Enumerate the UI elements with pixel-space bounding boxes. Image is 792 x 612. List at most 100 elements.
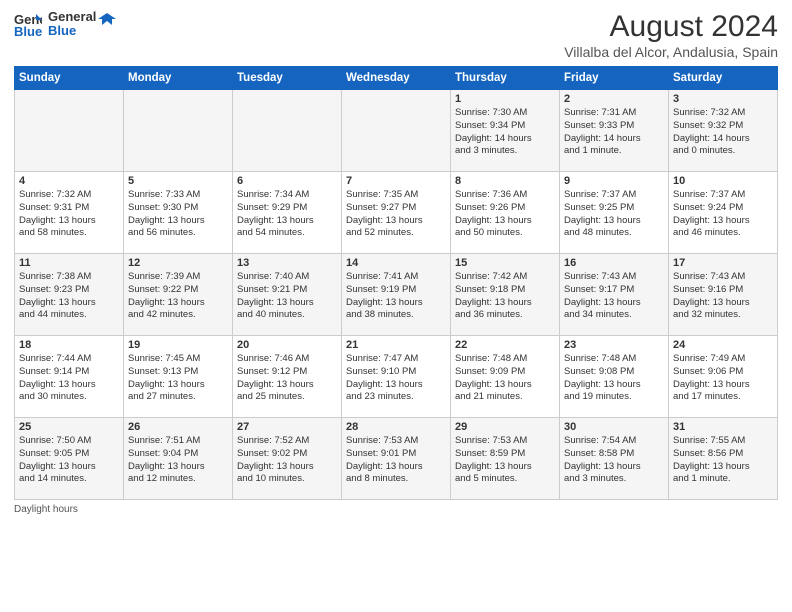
- calendar-cell: 28Sunrise: 7:53 AM Sunset: 9:01 PM Dayli…: [342, 418, 451, 500]
- calendar-cell: 27Sunrise: 7:52 AM Sunset: 9:02 PM Dayli…: [233, 418, 342, 500]
- calendar-cell: 2 Sunrise: 7:31 AM Sunset: 9:33 PM Daylig…: [560, 90, 669, 172]
- day-number: 3: [673, 93, 773, 105]
- cell-content: Sunrise: 7:31 AM Sunset: 9:33 PM Dayligh…: [564, 107, 664, 158]
- calendar-table: SundayMondayTuesdayWednesdayThursdayFrid…: [14, 66, 778, 500]
- main-title: August 2024: [564, 10, 778, 44]
- day-number: 10: [673, 175, 773, 187]
- calendar-cell: 26Sunrise: 7:51 AM Sunset: 9:04 PM Dayli…: [124, 418, 233, 500]
- week-row-1: 1 Sunrise: 7:30 AM Sunset: 9:34 PM Daylig…: [15, 90, 778, 172]
- calendar-cell: 4 Sunrise: 7:32 AM Sunset: 9:31 PM Daylig…: [15, 172, 124, 254]
- cell-content: Sunrise: 7:43 AM Sunset: 9:17 PM Dayligh…: [564, 271, 664, 322]
- day-header-wednesday: Wednesday: [342, 67, 451, 90]
- calendar-cell: 19 Sunrise: 7:45 AM Sunset: 9:13 PM Dayli…: [124, 336, 233, 418]
- day-number: 31: [673, 421, 773, 433]
- calendar-cell: 30Sunrise: 7:54 AM Sunset: 8:58 PM Dayli…: [560, 418, 669, 500]
- day-number: 11: [19, 257, 119, 269]
- day-number: 30: [564, 421, 664, 433]
- week-row-4: 18Sunrise: 7:44 AM Sunset: 9:14 PM Dayli…: [15, 336, 778, 418]
- calendar-cell: 16Sunrise: 7:43 AM Sunset: 9:17 PM Dayli…: [560, 254, 669, 336]
- day-number: 2: [564, 93, 664, 105]
- calendar-cell: 12 Sunrise: 7:39 AM Sunset: 9:22 PM Dayli…: [124, 254, 233, 336]
- title-area: August 2024 Villalba del Alcor, Andalusi…: [564, 10, 778, 60]
- logo-general: General: [48, 10, 96, 24]
- calendar-cell: 5 Sunrise: 7:33 AM Sunset: 9:30 PM Daylig…: [124, 172, 233, 254]
- calendar-cell: [233, 90, 342, 172]
- calendar-cell: 20 Sunrise: 7:46 AM Sunset: 9:12 PM Dayli…: [233, 336, 342, 418]
- cell-content: Sunrise: 7:42 AM Sunset: 9:18 PM Dayligh…: [455, 271, 555, 322]
- day-number: 14: [346, 257, 446, 269]
- calendar-cell: [342, 90, 451, 172]
- logo-icon: General Blue: [14, 10, 42, 38]
- cell-content: Sunrise: 7:41 AM Sunset: 9:19 PM Dayligh…: [346, 271, 446, 322]
- logo-blue: Blue: [48, 24, 96, 38]
- calendar-cell: 17 Sunrise: 7:43 AM Sunset: 9:16 PM Dayli…: [669, 254, 778, 336]
- calendar-cell: 7 Sunrise: 7:35 AM Sunset: 9:27 PM Daylig…: [342, 172, 451, 254]
- calendar-cell: 21 Sunrise: 7:47 AM Sunset: 9:10 PM Dayli…: [342, 336, 451, 418]
- cell-content: Sunrise: 7:36 AM Sunset: 9:26 PM Dayligh…: [455, 189, 555, 240]
- cell-content: Sunrise: 7:39 AM Sunset: 9:22 PM Dayligh…: [128, 271, 228, 322]
- day-number: 1: [455, 93, 555, 105]
- calendar-cell: 22 Sunrise: 7:48 AM Sunset: 9:09 PM Dayli…: [451, 336, 560, 418]
- calendar-cell: 14 Sunrise: 7:41 AM Sunset: 9:19 PM Dayli…: [342, 254, 451, 336]
- cell-content: Sunrise: 7:37 AM Sunset: 9:24 PM Dayligh…: [673, 189, 773, 240]
- calendar-cell: 15 Sunrise: 7:42 AM Sunset: 9:18 PM Dayli…: [451, 254, 560, 336]
- cell-content: Sunrise: 7:45 AM Sunset: 9:13 PM Dayligh…: [128, 353, 228, 404]
- day-number: 7: [346, 175, 446, 187]
- calendar-header-row: SundayMondayTuesdayWednesdayThursdayFrid…: [15, 67, 778, 90]
- cell-content: Sunrise: 7:35 AM Sunset: 9:27 PM Dayligh…: [346, 189, 446, 240]
- cell-content: Sunrise: 7:32 AM Sunset: 9:32 PM Dayligh…: [673, 107, 773, 158]
- day-header-monday: Monday: [124, 67, 233, 90]
- cell-content: Sunrise: 7:48 AM Sunset: 9:08 PM Dayligh…: [564, 353, 664, 404]
- calendar-cell: 6 Sunrise: 7:34 AM Sunset: 9:29 PM Daylig…: [233, 172, 342, 254]
- cell-content: Sunrise: 7:34 AM Sunset: 9:29 PM Dayligh…: [237, 189, 337, 240]
- calendar-cell: [124, 90, 233, 172]
- day-number: 5: [128, 175, 228, 187]
- cell-content: Sunrise: 7:47 AM Sunset: 9:10 PM Dayligh…: [346, 353, 446, 404]
- day-header-sunday: Sunday: [15, 67, 124, 90]
- calendar-cell: 29Sunrise: 7:53 AM Sunset: 8:59 PM Dayli…: [451, 418, 560, 500]
- day-number: 4: [19, 175, 119, 187]
- cell-content: Sunrise: 7:43 AM Sunset: 9:16 PM Dayligh…: [673, 271, 773, 322]
- calendar-cell: 8Sunrise: 7:36 AM Sunset: 9:26 PM Daylig…: [451, 172, 560, 254]
- cell-content: Sunrise: 7:32 AM Sunset: 9:31 PM Dayligh…: [19, 189, 119, 240]
- footer-note: Daylight hours: [14, 504, 778, 515]
- day-number: 17: [673, 257, 773, 269]
- day-header-thursday: Thursday: [451, 67, 560, 90]
- day-number: 24: [673, 339, 773, 351]
- day-number: 12: [128, 257, 228, 269]
- cell-content: Sunrise: 7:30 AM Sunset: 9:34 PM Dayligh…: [455, 107, 555, 158]
- cell-content: Sunrise: 7:48 AM Sunset: 9:09 PM Dayligh…: [455, 353, 555, 404]
- cell-content: Sunrise: 7:52 AM Sunset: 9:02 PM Dayligh…: [237, 435, 337, 486]
- day-number: 23: [564, 339, 664, 351]
- cell-content: Sunrise: 7:53 AM Sunset: 8:59 PM Dayligh…: [455, 435, 555, 486]
- day-header-saturday: Saturday: [669, 67, 778, 90]
- calendar-cell: 24 Sunrise: 7:49 AM Sunset: 9:06 PM Dayli…: [669, 336, 778, 418]
- cell-content: Sunrise: 7:38 AM Sunset: 9:23 PM Dayligh…: [19, 271, 119, 322]
- day-number: 15: [455, 257, 555, 269]
- day-number: 6: [237, 175, 337, 187]
- cell-content: Sunrise: 7:40 AM Sunset: 9:21 PM Dayligh…: [237, 271, 337, 322]
- header: General Blue General Blue August 2024 Vi…: [14, 10, 778, 60]
- calendar-cell: 25Sunrise: 7:50 AM Sunset: 9:05 PM Dayli…: [15, 418, 124, 500]
- week-row-3: 11 Sunrise: 7:38 AM Sunset: 9:23 PM Dayli…: [15, 254, 778, 336]
- day-header-tuesday: Tuesday: [233, 67, 342, 90]
- calendar-cell: 23 Sunrise: 7:48 AM Sunset: 9:08 PM Dayli…: [560, 336, 669, 418]
- week-row-5: 25Sunrise: 7:50 AM Sunset: 9:05 PM Dayli…: [15, 418, 778, 500]
- calendar-cell: 1 Sunrise: 7:30 AM Sunset: 9:34 PM Daylig…: [451, 90, 560, 172]
- day-number: 21: [346, 339, 446, 351]
- cell-content: Sunrise: 7:33 AM Sunset: 9:30 PM Dayligh…: [128, 189, 228, 240]
- day-number: 18: [19, 339, 119, 351]
- day-number: 20: [237, 339, 337, 351]
- week-row-2: 4 Sunrise: 7:32 AM Sunset: 9:31 PM Daylig…: [15, 172, 778, 254]
- subtitle: Villalba del Alcor, Andalusia, Spain: [564, 44, 778, 60]
- day-number: 22: [455, 339, 555, 351]
- calendar-cell: 13Sunrise: 7:40 AM Sunset: 9:21 PM Dayli…: [233, 254, 342, 336]
- calendar-cell: [15, 90, 124, 172]
- calendar-cell: 11 Sunrise: 7:38 AM Sunset: 9:23 PM Dayli…: [15, 254, 124, 336]
- cell-content: Sunrise: 7:46 AM Sunset: 9:12 PM Dayligh…: [237, 353, 337, 404]
- cell-content: Sunrise: 7:49 AM Sunset: 9:06 PM Dayligh…: [673, 353, 773, 404]
- day-header-friday: Friday: [560, 67, 669, 90]
- day-number: 28: [346, 421, 446, 433]
- svg-text:Blue: Blue: [14, 24, 42, 38]
- day-number: 19: [128, 339, 228, 351]
